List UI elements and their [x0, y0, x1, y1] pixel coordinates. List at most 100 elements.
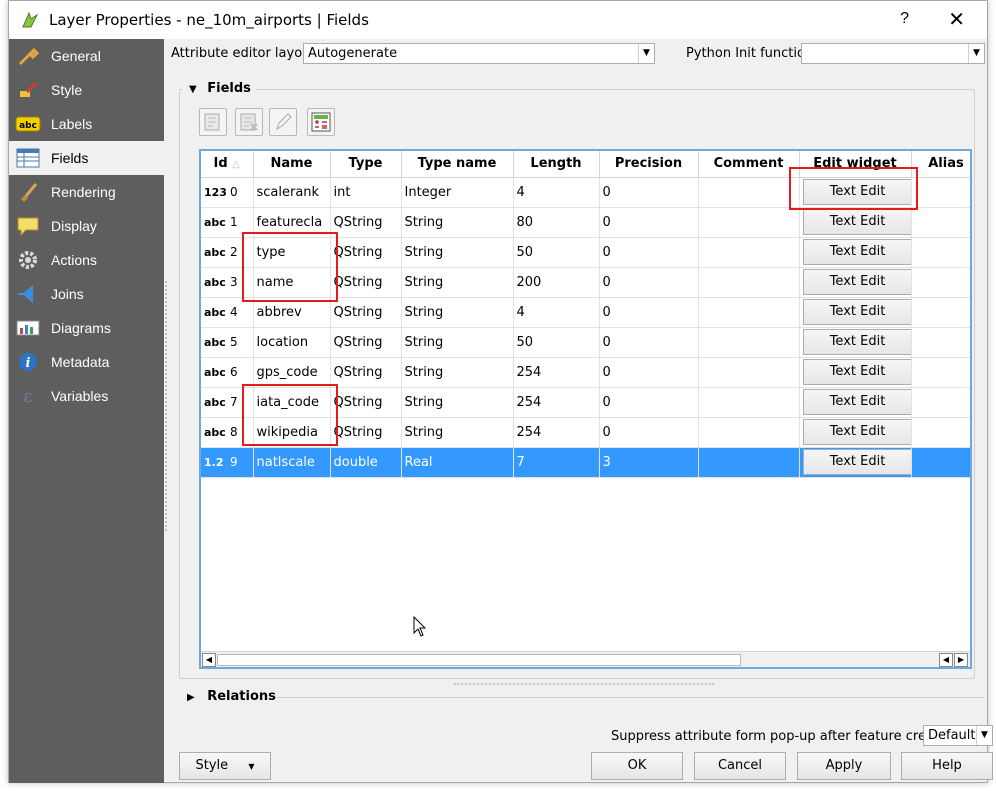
column-header-precision[interactable]: Precision: [599, 151, 699, 178]
cancel-button[interactable]: Cancel: [694, 752, 786, 780]
cell-comment[interactable]: [698, 177, 800, 208]
column-header-name[interactable]: Name: [253, 151, 331, 178]
cell-length[interactable]: 254: [513, 417, 600, 448]
cell-name[interactable]: featurecla: [253, 207, 331, 238]
column-header-edit-widget[interactable]: Edit widget: [799, 151, 912, 178]
sidebar-item-labels[interactable]: abc Labels: [9, 107, 164, 141]
ok-button[interactable]: OK: [591, 752, 683, 780]
cell-comment[interactable]: [698, 267, 800, 298]
cell-id[interactable]: abc 3: [201, 267, 254, 298]
cell-edit-widget[interactable]: Text Edit: [799, 177, 912, 208]
table-row[interactable]: abc 7 iata_code QString String 254 0 Text Edit: [201, 387, 970, 418]
cell-length[interactable]: 254: [513, 357, 600, 388]
table-row[interactable]: abc 2 type QString String 50 0 Text Edit: [201, 237, 970, 268]
splitter-handle-horizontal[interactable]: [454, 683, 714, 686]
cell-id[interactable]: abc 5: [201, 327, 254, 358]
cell-precision[interactable]: 0: [599, 417, 699, 448]
cell-name[interactable]: iata_code: [253, 387, 331, 418]
cell-type[interactable]: QString: [330, 327, 402, 358]
edit-widget-button[interactable]: Text Edit: [802, 299, 910, 325]
edit-widget-button[interactable]: Text Edit: [802, 179, 910, 205]
column-header-type-name[interactable]: Type name: [401, 151, 514, 178]
cell-name[interactable]: location: [253, 327, 331, 358]
cell-length[interactable]: 7: [513, 447, 600, 478]
cell-alias[interactable]: [911, 237, 970, 268]
cell-type[interactable]: QString: [330, 417, 402, 448]
column-header-type[interactable]: Type: [330, 151, 402, 178]
cell-comment[interactable]: [698, 207, 800, 238]
cell-comment[interactable]: [698, 237, 800, 268]
cell-type-name[interactable]: String: [401, 417, 514, 448]
table-row[interactable]: abc 1 featurecla QString String 80 0 Text Edit: [201, 207, 970, 238]
cell-alias[interactable]: [911, 177, 970, 208]
cell-length[interactable]: 254: [513, 387, 600, 418]
suppress-popup-select[interactable]: Default ▼: [923, 725, 993, 746]
cell-name[interactable]: natlscale: [253, 447, 331, 478]
cell-type[interactable]: QString: [330, 357, 402, 388]
cell-precision[interactable]: 0: [599, 357, 699, 388]
cell-type[interactable]: int: [330, 177, 402, 208]
cell-edit-widget[interactable]: Text Edit: [799, 267, 912, 298]
cell-length[interactable]: 4: [513, 177, 600, 208]
cell-type-name[interactable]: Real: [401, 447, 514, 478]
cell-alias[interactable]: [911, 357, 970, 388]
cell-length[interactable]: 50: [513, 237, 600, 268]
cell-precision[interactable]: 0: [599, 327, 699, 358]
cell-length[interactable]: 50: [513, 327, 600, 358]
cell-id[interactable]: 123 0: [201, 177, 254, 208]
cell-edit-widget[interactable]: Text Edit: [799, 447, 912, 478]
new-field-button[interactable]: [199, 108, 227, 136]
cell-length[interactable]: 4: [513, 297, 600, 328]
column-header-comment[interactable]: Comment: [698, 151, 800, 178]
cell-name[interactable]: name: [253, 267, 331, 298]
scroll-left-icon[interactable]: ◀: [939, 653, 953, 667]
fields-section-header[interactable]: ▼ Fields: [183, 81, 257, 96]
cell-alias[interactable]: [911, 417, 970, 448]
cell-id[interactable]: 1.2 9: [201, 447, 254, 478]
cell-type[interactable]: QString: [330, 207, 402, 238]
scroll-right-icon[interactable]: ▶: [954, 653, 968, 667]
toggle-edit-button[interactable]: [269, 108, 297, 136]
cell-comment[interactable]: [698, 357, 800, 388]
table-row[interactable]: abc 4 abbrev QString String 4 0 Text Edit: [201, 297, 970, 328]
cell-comment[interactable]: [698, 417, 800, 448]
cell-alias[interactable]: [911, 327, 970, 358]
style-menu-button[interactable]: Style ▼: [179, 752, 271, 780]
help-title-button[interactable]: ?: [900, 10, 909, 28]
cell-alias[interactable]: [911, 447, 970, 478]
sidebar-item-metadata[interactable]: i Metadata: [9, 345, 164, 379]
cell-type-name[interactable]: String: [401, 297, 514, 328]
edit-widget-button[interactable]: Text Edit: [802, 419, 910, 445]
cell-edit-widget[interactable]: Text Edit: [799, 387, 912, 418]
cell-edit-widget[interactable]: Text Edit: [799, 207, 912, 238]
cell-alias[interactable]: [911, 207, 970, 238]
cell-id[interactable]: abc 1: [201, 207, 254, 238]
scroll-left-icon[interactable]: ◀: [202, 653, 216, 667]
table-row[interactable]: abc 6 gps_code QString String 254 0 Text Edit: [201, 357, 970, 388]
field-calculator-button[interactable]: [307, 108, 335, 136]
cell-type[interactable]: QString: [330, 267, 402, 298]
apply-button[interactable]: Apply: [797, 752, 891, 780]
cell-name[interactable]: type: [253, 237, 331, 268]
cell-type[interactable]: QString: [330, 297, 402, 328]
cell-type-name[interactable]: String: [401, 387, 514, 418]
table-row[interactable]: abc 8 wikipedia QString String 254 0 Text Edit: [201, 417, 970, 448]
edit-widget-button[interactable]: Text Edit: [802, 449, 910, 475]
column-header-length[interactable]: Length: [513, 151, 600, 178]
help-button[interactable]: Help: [901, 752, 993, 780]
cell-id[interactable]: abc 8: [201, 417, 254, 448]
edit-widget-button[interactable]: Text Edit: [802, 329, 910, 355]
relations-section-header[interactable]: ▶ Relations: [183, 689, 280, 704]
cell-type[interactable]: double: [330, 447, 402, 478]
cell-edit-widget[interactable]: Text Edit: [799, 357, 912, 388]
cell-name[interactable]: scalerank: [253, 177, 331, 208]
cell-edit-widget[interactable]: Text Edit: [799, 327, 912, 358]
splitter-handle[interactable]: [165, 281, 167, 531]
sidebar-item-variables[interactable]: ε Variables: [9, 379, 164, 413]
cell-type-name[interactable]: String: [401, 237, 514, 268]
cell-alias[interactable]: [911, 267, 970, 298]
close-button[interactable]: ✕: [948, 7, 965, 32]
sidebar-item-display[interactable]: Display: [9, 209, 164, 243]
cell-type-name[interactable]: Integer: [401, 177, 514, 208]
table-row[interactable]: 1.2 9 natlscale double Real 7 3 Text Edit: [201, 447, 970, 478]
